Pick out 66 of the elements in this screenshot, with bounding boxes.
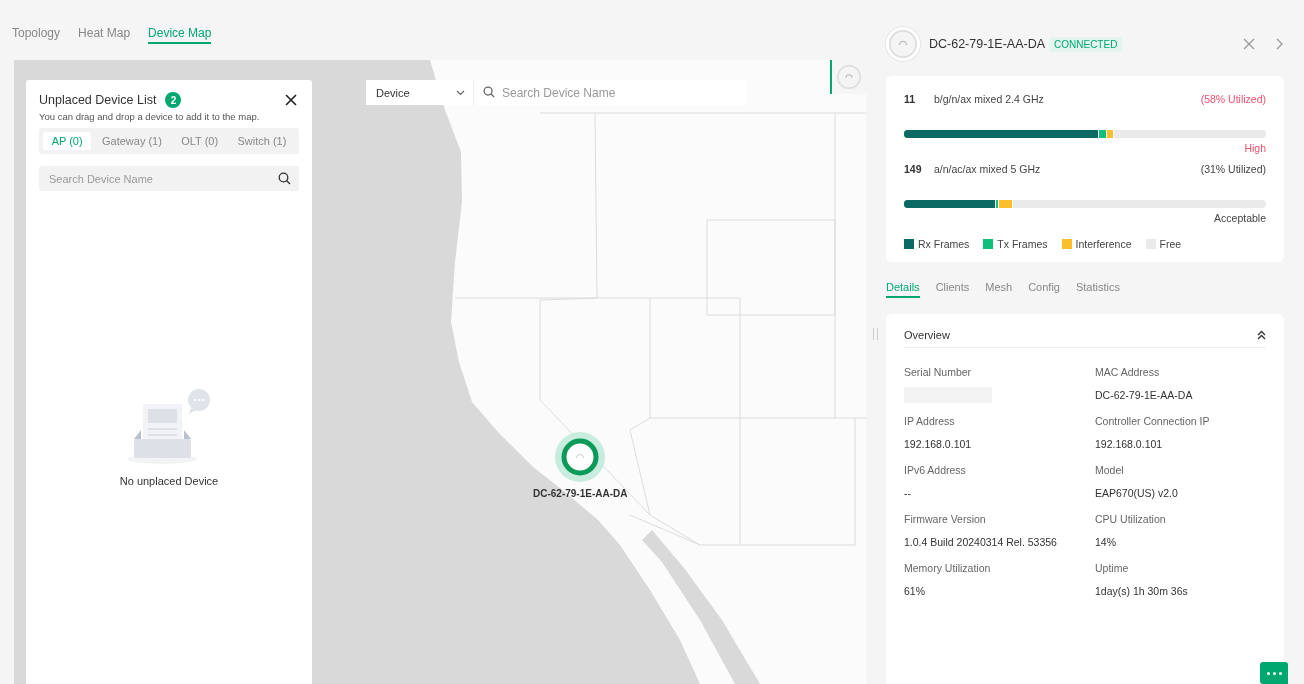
legend-label: Interference <box>1075 238 1132 250</box>
utilization-text: (58% Utilized) <box>1200 93 1266 105</box>
field-value: 61% <box>904 584 926 599</box>
device-name: DC-62-79-1E-AA-DA <box>929 37 1045 51</box>
field-label: Firmware Version <box>904 513 987 525</box>
radio-mode: a/n/ac/ax mixed 5 GHz <box>934 163 1041 175</box>
device-type-tab[interactable]: Gateway (1) <box>93 132 171 150</box>
device-marker[interactable] <box>555 432 606 482</box>
utilization-rating: Acceptable <box>1214 212 1266 224</box>
panel-hint: You can drag and drop a device to add it to the map. <box>39 111 261 122</box>
legend-label: Free <box>1159 238 1182 250</box>
field-value: 192.168.0.101 <box>904 437 973 452</box>
detail-tab[interactable]: Config <box>1028 280 1060 298</box>
legend-label: Tx Frames <box>997 238 1048 250</box>
field-label: Model <box>1095 464 1125 476</box>
chevron-right-icon[interactable] <box>1274 37 1284 51</box>
device-type-tab[interactable]: OLT (0) <box>172 132 227 150</box>
field-label: CPU Utilization <box>1095 513 1167 525</box>
section-title: Overview <box>904 328 950 341</box>
view-tab[interactable]: Topology <box>12 26 61 44</box>
view-tab[interactable]: Device Map <box>148 26 212 44</box>
channel-number: 149 <box>904 163 923 175</box>
field-value: DC-62-79-1E-AA-DA <box>1095 388 1194 403</box>
chat-button[interactable] <box>1260 662 1288 684</box>
field-value: 14% <box>1095 535 1117 550</box>
detail-tab[interactable]: Details <box>886 280 920 298</box>
channel-number: 11 <box>904 93 917 105</box>
field-value: -- <box>904 486 912 501</box>
utilization-text: (31% Utilized) <box>1200 163 1266 175</box>
field-label: Memory Utilization <box>904 562 992 574</box>
resize-handle[interactable] <box>873 328 878 340</box>
map[interactable]: Unplaced Device List 2 You can drag and drop a device to add it to the map. AP (0) Gateway (1) OLT (0) Switch (1) Search Device Name No unplaced Device Device Search Device Name DC-62-79-1E-AA-DA <box>14 60 866 684</box>
device-type-tab[interactable]: Switch (1) <box>228 132 295 150</box>
field-label: IP Address <box>904 415 956 427</box>
utilization-rating: High <box>1244 142 1266 154</box>
device-icon <box>837 65 861 89</box>
view-tab[interactable]: Heat Map <box>78 26 131 44</box>
chevron-down-icon <box>456 89 465 96</box>
field-label: Uptime <box>1095 562 1130 574</box>
collapse-icon[interactable] <box>1256 329 1266 340</box>
device-type-tab[interactable]: AP (0) <box>43 132 92 150</box>
legend-label: Rx Frames <box>918 238 970 250</box>
field-value: 1day(s) 1h 30m 36s <box>1095 584 1189 599</box>
field-label: Controller Connection IP <box>1095 415 1211 427</box>
detail-tab[interactable]: Mesh <box>985 280 1013 298</box>
detail-tab[interactable]: Statistics <box>1075 280 1120 298</box>
radio-mode: b/g/n/ax mixed 2.4 GHz <box>934 93 1044 105</box>
map-search-field[interactable]: Search Device Name <box>474 80 747 105</box>
count-badge: 2 <box>165 92 182 108</box>
field-value: 1.0.4 Build 20240314 Rel. 53356 <box>904 535 1058 550</box>
field-label: IPv6 Address <box>904 464 967 476</box>
field-label: Serial Number <box>904 366 973 378</box>
search-field[interactable]: Search Device Name <box>39 166 299 191</box>
field-value: EAP670(US) v2.0 <box>1095 486 1179 501</box>
empty-inbox-icon <box>127 387 211 465</box>
status-tag: CONNECTED <box>1049 36 1123 52</box>
field-value: 192.168.0.101 <box>1095 437 1164 452</box>
device-type-select[interactable]: Device <box>366 80 474 105</box>
empty-message: No unplaced Device <box>119 475 219 487</box>
panel-title: Unplaced Device List <box>39 93 157 107</box>
detail-tab[interactable]: Clients <box>935 280 970 298</box>
field-label: MAC Address <box>1095 366 1161 378</box>
close-button[interactable] <box>283 92 299 108</box>
search-icon <box>278 172 291 185</box>
search-icon <box>483 86 495 98</box>
marker-label: DC-62-79-1E-AA-DA <box>533 488 628 499</box>
